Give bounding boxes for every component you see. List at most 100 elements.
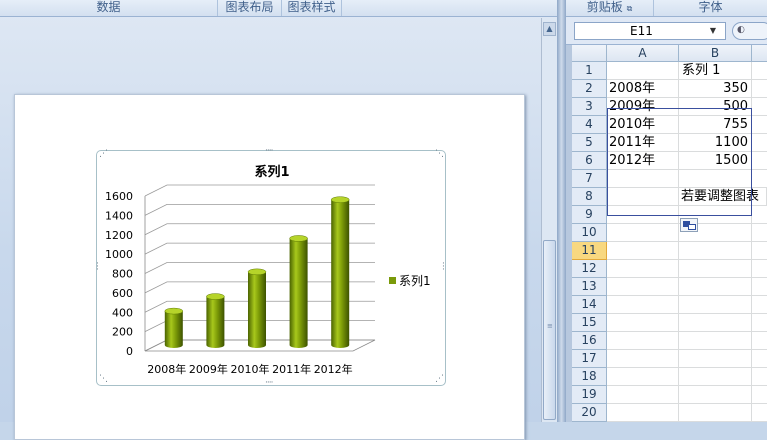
cell-a[interactable] xyxy=(607,368,679,386)
cell-c[interactable] xyxy=(752,350,767,368)
select-all-corner[interactable] xyxy=(572,45,607,62)
cell-a[interactable] xyxy=(607,314,679,332)
row-header[interactable]: 14 xyxy=(572,296,607,314)
row-header[interactable]: 16 xyxy=(572,332,607,350)
cell-a[interactable]: 2012年 xyxy=(607,152,679,170)
cell-c[interactable] xyxy=(752,242,767,260)
row-header[interactable]: 17 xyxy=(572,350,607,368)
cell-a[interactable] xyxy=(607,206,679,224)
row-header[interactable]: 13 xyxy=(572,278,607,296)
row-header[interactable]: 4 xyxy=(572,116,607,134)
cell-a[interactable] xyxy=(607,332,679,350)
cell-c[interactable] xyxy=(752,404,767,422)
cell-a[interactable] xyxy=(607,62,679,80)
word-document-window: 数据 图表布局 图表样式 ▲ ≡ ⋰ ···· ⋱ · · · · · · ⋱ ····… xyxy=(0,0,557,440)
cell-c[interactable] xyxy=(752,332,767,350)
row-header[interactable]: 9 xyxy=(572,206,607,224)
ribbon-group-clipboard[interactable]: 剪贴板 ⧉ xyxy=(566,0,654,16)
cell-c[interactable] xyxy=(752,278,767,296)
cell-a[interactable] xyxy=(607,224,679,242)
ribbon-group-chart-layout[interactable]: 图表布局 xyxy=(218,0,282,16)
cell-c[interactable] xyxy=(752,170,767,188)
scroll-thumb[interactable]: ≡ xyxy=(543,240,556,420)
cell-c[interactable] xyxy=(752,98,767,116)
row-header[interactable]: 12 xyxy=(572,260,607,278)
cell-a[interactable]: 2011年 xyxy=(607,134,679,152)
cell-b[interactable]: 系列 1 xyxy=(679,62,752,80)
cell-b[interactable]: 1100 xyxy=(679,134,752,152)
cell-c[interactable] xyxy=(752,80,767,98)
cell-c[interactable] xyxy=(752,62,767,80)
chart-object[interactable]: ⋰ ···· ⋱ · · · · · · ⋱ ···· ⋰ 系列1 0 200 400 600… xyxy=(96,147,446,388)
cell-c[interactable] xyxy=(752,296,767,314)
cell-a[interactable]: 2010年 xyxy=(607,116,679,134)
cell-b[interactable] xyxy=(679,170,752,188)
cell-c[interactable] xyxy=(752,188,767,206)
cell-a[interactable] xyxy=(607,188,679,206)
cell-b[interactable] xyxy=(679,242,752,260)
cell-b[interactable]: 1500 xyxy=(679,152,752,170)
dialog-launcher-icon[interactable]: ⧉ xyxy=(627,4,633,13)
table-row: 18 xyxy=(566,368,767,386)
row-header[interactable]: 18 xyxy=(572,368,607,386)
cell-b[interactable]: 755 xyxy=(679,116,752,134)
row-header[interactable]: 7 xyxy=(572,170,607,188)
cell-a[interactable]: 2009年 xyxy=(607,98,679,116)
vertical-scrollbar[interactable]: ▲ ≡ xyxy=(541,18,557,422)
cell-b[interactable] xyxy=(679,368,752,386)
cell-a[interactable] xyxy=(607,386,679,404)
cell-a[interactable] xyxy=(607,278,679,296)
cell-b[interactable] xyxy=(679,386,752,404)
cell-c[interactable] xyxy=(752,314,767,332)
row-header[interactable]: 11 xyxy=(572,242,607,260)
cell-b[interactable] xyxy=(679,404,752,422)
cell-c[interactable] xyxy=(752,206,767,224)
cell-b[interactable] xyxy=(679,332,752,350)
scroll-up-arrow-icon[interactable]: ▲ xyxy=(543,22,556,36)
cell-a[interactable] xyxy=(607,350,679,368)
paste-options-icon[interactable] xyxy=(680,218,698,232)
window-splitter[interactable] xyxy=(557,0,566,422)
cell-c[interactable] xyxy=(752,224,767,242)
cell-b[interactable]: 350 xyxy=(679,80,752,98)
cell-a[interactable]: 2008年 xyxy=(607,80,679,98)
cell-a[interactable] xyxy=(607,170,679,188)
row-header[interactable]: 6 xyxy=(572,152,607,170)
cell-c[interactable] xyxy=(752,368,767,386)
row-header[interactable]: 5 xyxy=(572,134,607,152)
row-header[interactable]: 1 xyxy=(572,62,607,80)
cell-a[interactable] xyxy=(607,404,679,422)
row-header[interactable]: 15 xyxy=(572,314,607,332)
cell-b[interactable] xyxy=(679,296,752,314)
row-header[interactable]: 2 xyxy=(572,80,607,98)
cell-c[interactable] xyxy=(752,260,767,278)
cell-c[interactable] xyxy=(752,134,767,152)
cell-c[interactable] xyxy=(752,386,767,404)
cell-b[interactable] xyxy=(679,278,752,296)
row-header[interactable]: 3 xyxy=(572,98,607,116)
cell-a[interactable] xyxy=(607,242,679,260)
table-row: 10 xyxy=(566,224,767,242)
chevron-down-icon[interactable]: ▼ xyxy=(706,23,720,39)
name-box[interactable]: E11 xyxy=(574,22,726,40)
column-header-c[interactable] xyxy=(752,45,767,62)
ribbon-group-data[interactable]: 数据 xyxy=(0,0,218,16)
y-tick-label: 800 xyxy=(112,268,133,281)
ribbon-group-chart-styles[interactable]: 图表样式 xyxy=(282,0,342,16)
column-header-a[interactable]: A xyxy=(607,45,679,62)
cell-b[interactable] xyxy=(679,314,752,332)
cell-b[interactable]: 500 xyxy=(679,98,752,116)
row-header[interactable]: 19 xyxy=(572,386,607,404)
cell-b[interactable] xyxy=(679,260,752,278)
row-header[interactable]: 10 xyxy=(572,224,607,242)
ribbon-group-font[interactable]: 字体 xyxy=(654,0,767,16)
cell-c[interactable] xyxy=(752,116,767,134)
cell-c[interactable] xyxy=(752,152,767,170)
formula-expand-button[interactable]: ◐ xyxy=(732,22,767,40)
row-header[interactable]: 8 xyxy=(572,188,607,206)
cell-a[interactable] xyxy=(607,296,679,314)
column-header-b[interactable]: B xyxy=(679,45,752,62)
cell-b[interactable] xyxy=(679,350,752,368)
row-header[interactable]: 20 xyxy=(572,404,607,422)
cell-a[interactable] xyxy=(607,260,679,278)
